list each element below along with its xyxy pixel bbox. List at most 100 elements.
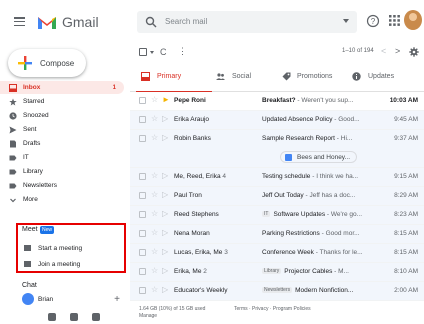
row-checkbox[interactable] [139, 230, 146, 237]
row-checkbox[interactable] [139, 211, 146, 218]
account-avatar[interactable] [404, 10, 422, 30]
sidebar-item-label: Newsletters [23, 182, 57, 189]
important-marker-icon[interactable]: ▷ [162, 228, 168, 237]
row-checkbox[interactable] [139, 268, 146, 275]
star-icon[interactable]: ☆ [151, 266, 158, 275]
row-checkbox[interactable] [139, 173, 146, 180]
row-checkbox[interactable] [139, 249, 146, 256]
gear-icon[interactable] [409, 47, 419, 57]
sidebar-item-more[interactable]: More [0, 193, 124, 206]
email-label-chip[interactable]: IT [262, 211, 271, 218]
row-checkbox[interactable] [139, 116, 146, 123]
email-time: 9:15 AM [394, 173, 418, 180]
email-time: 8:10 AM [394, 268, 418, 275]
search-input[interactable]: Search mail [165, 17, 207, 26]
email-row[interactable]: ☆ ▷ Lucas, Erika, Me 3 Conference Week -… [130, 244, 424, 263]
star-icon[interactable]: ☆ [151, 133, 158, 142]
email-subject-text: Conference Week [262, 249, 314, 256]
email-sender: Robin Banks [174, 135, 211, 142]
manage-storage-link[interactable]: Manage [139, 313, 419, 320]
email-row[interactable]: ☆ ▷ Educator's Weekly Newsletters Modern … [130, 282, 424, 301]
person-icon[interactable] [48, 313, 56, 321]
tab-updates[interactable]: Updates [352, 62, 424, 92]
help-icon[interactable]: ? [366, 14, 380, 28]
email-row[interactable]: ☆ ▷ Paul Tron Jeff Out Today - Jeff has … [130, 187, 424, 206]
email-time: 8:23 AM [394, 211, 418, 218]
star-icon[interactable]: ☆ [151, 228, 158, 237]
row-checkbox[interactable] [139, 97, 146, 104]
storage-footer: 1.64 GB (10%) of 15 GB used Manage Terms… [139, 306, 419, 320]
email-sender: Erika, Me 2 [174, 268, 207, 275]
star-icon[interactable]: ☆ [151, 285, 158, 294]
tab-social[interactable]: Social [216, 62, 282, 92]
new-chat-button[interactable]: + [114, 294, 120, 305]
pagination-count: 1–10 of 194 [342, 48, 374, 54]
important-marker-icon[interactable]: ▷ [162, 190, 168, 199]
star-icon[interactable]: ☆ [151, 95, 158, 104]
star-icon[interactable]: ☆ [151, 209, 158, 218]
chat-bubble-icon[interactable] [70, 313, 78, 321]
policy-links[interactable]: Terms · Privacy · Program Policies [234, 306, 311, 313]
svg-text:?: ? [371, 17, 376, 26]
inbox-icon [9, 83, 17, 92]
select-all-checkbox[interactable] [139, 48, 147, 56]
more-options-icon[interactable]: ⋮ [178, 46, 187, 57]
next-page-button[interactable]: > [395, 46, 400, 56]
email-time: 10:03 AM [389, 97, 418, 104]
attachment-chip[interactable]: Bees and Honey... [280, 151, 357, 163]
row-checkbox[interactable] [139, 135, 146, 142]
important-marker-icon[interactable]: ▷ [162, 209, 168, 218]
email-row[interactable]: ☆ ▷ Nena Moran Parking Restrictions - Go… [130, 225, 424, 244]
search-bar[interactable]: Search mail [137, 11, 357, 33]
star-icon[interactable]: ☆ [151, 114, 158, 123]
phone-icon[interactable] [92, 313, 100, 321]
important-marker-icon[interactable]: ▷ [162, 285, 168, 294]
search-icon[interactable] [145, 16, 157, 28]
email-row[interactable]: ☆ ▷ Reed Stephens IT Software Updates - W… [130, 206, 424, 225]
sidebar-item-drafts[interactable]: Drafts [0, 137, 124, 150]
email-label-chip[interactable]: Library [262, 268, 282, 275]
email-row[interactable]: ☆ ▷ Robin Banks Sample Research Report -… [130, 130, 424, 168]
email-row[interactable]: ☆ ▷ Me, Reed, Erika 4 Testing schedule -… [130, 168, 424, 187]
email-row[interactable]: ☆ ▷ Erika, Me 2 Library Projector Cables … [130, 263, 424, 282]
sidebar-item-starred[interactable]: Starred [0, 95, 124, 108]
star-icon[interactable]: ☆ [151, 247, 158, 256]
gmail-logo[interactable]: Gmail [37, 13, 99, 31]
tab-label: Primary [157, 73, 182, 80]
join-meeting-button[interactable]: Join a meeting [22, 259, 122, 269]
chat-user[interactable]: Brian + [22, 293, 130, 305]
apps-icon[interactable] [389, 15, 400, 26]
sidebar-item-newsletters[interactable]: Newsletters [0, 179, 124, 192]
new-badge: New [40, 226, 54, 234]
previous-page-button[interactable]: < [381, 46, 386, 56]
important-marker-icon[interactable]: ▷ [162, 133, 168, 142]
menu-icon[interactable] [14, 17, 25, 26]
tab-promotions[interactable]: Promotions [282, 62, 352, 92]
sidebar-item-sent[interactable]: Sent [0, 123, 124, 136]
email-row[interactable]: ☆ ► Pepe Roni Breakfast? - Weren't you s… [130, 92, 424, 111]
sidebar-item-inbox[interactable]: Inbox 1 [0, 81, 124, 94]
compose-button[interactable]: Compose [8, 49, 86, 77]
star-icon[interactable]: ☆ [151, 190, 158, 199]
row-checkbox[interactable] [139, 192, 146, 199]
sidebar-item-snoozed[interactable]: Snoozed [0, 109, 124, 122]
sidebar-item-it[interactable]: IT [0, 151, 124, 164]
search-options-icon[interactable] [343, 19, 349, 23]
important-marker-icon[interactable]: ▷ [162, 171, 168, 180]
email-subject-text: Testing schedule [262, 173, 311, 180]
tab-primary[interactable]: Primary [130, 62, 216, 93]
start-meeting-button[interactable]: Start a meeting [22, 243, 122, 253]
important-marker-icon[interactable]: ► [162, 95, 170, 104]
row-checkbox[interactable] [139, 287, 146, 294]
important-marker-icon[interactable]: ▷ [162, 266, 168, 275]
email-sender-names: Erika, Me [174, 268, 202, 275]
tab-label: Promotions [297, 73, 333, 80]
important-marker-icon[interactable]: ▷ [162, 114, 168, 123]
email-label-chip[interactable]: Newsletters [262, 287, 293, 294]
select-options-icon[interactable] [150, 51, 154, 54]
refresh-icon[interactable]: C [160, 47, 167, 57]
email-row[interactable]: ☆ ▷ Erika Araujo Updated Absence Policy … [130, 111, 424, 130]
sidebar-item-library[interactable]: Library [0, 165, 124, 178]
star-icon[interactable]: ☆ [151, 171, 158, 180]
important-marker-icon[interactable]: ▷ [162, 247, 168, 256]
